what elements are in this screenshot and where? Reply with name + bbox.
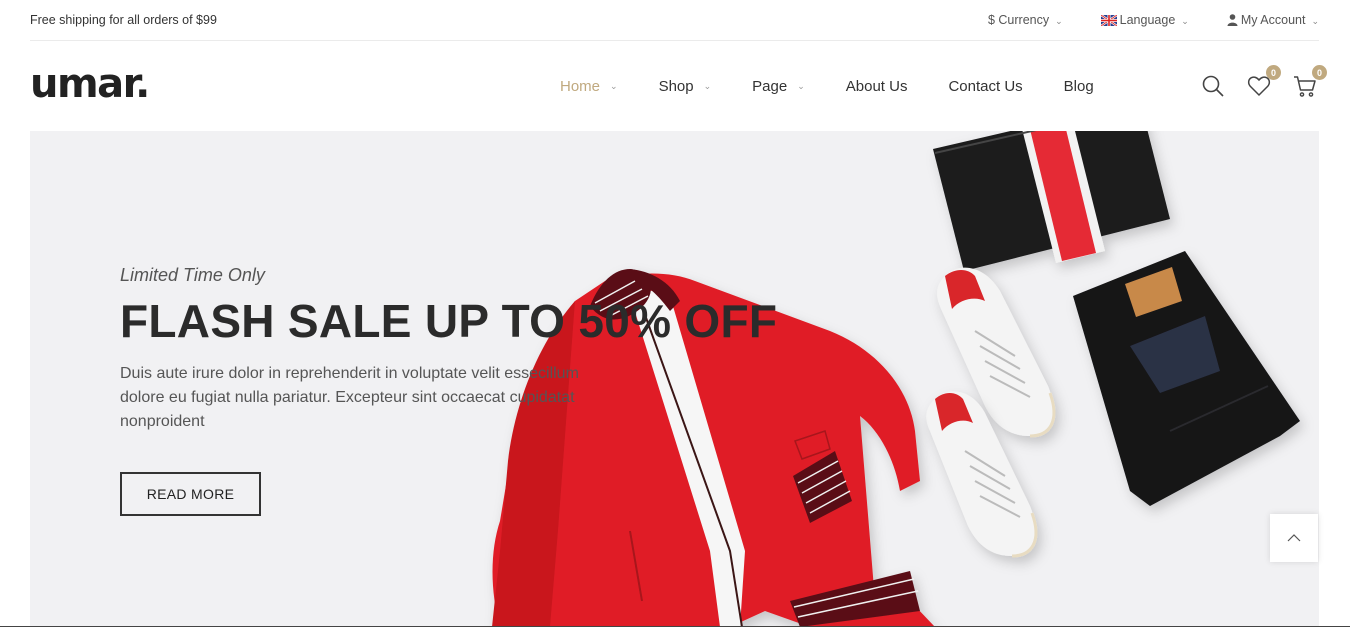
nav-item-page[interactable]: Page ⌄: [752, 78, 805, 95]
site-header: umar. Home ⌄ Shop ⌄ Page ⌄ About Us Cont…: [30, 41, 1327, 131]
top-bar-menu: $ Currency ⌄ Language ⌄ My Account ⌄: [950, 13, 1319, 27]
chevron-up-icon: [1287, 534, 1301, 542]
nav-label: Contact Us: [948, 77, 1023, 95]
hero-headline: FLASH SALE UP TO 50% OFF: [120, 295, 778, 347]
chevron-down-icon: ⌄: [1311, 15, 1319, 26]
cart-count-badge: 0: [1312, 65, 1327, 80]
language-label: Language: [1119, 13, 1176, 27]
nav-item-home[interactable]: Home ⌄: [560, 78, 618, 95]
hero-banner: Limited Time Only FLASH SALE UP TO 50% O…: [30, 131, 1319, 627]
nav-item-about-us[interactable]: About Us: [846, 78, 908, 95]
chevron-down-icon: ⌄: [610, 80, 618, 91]
nav-item-blog[interactable]: Blog: [1064, 78, 1094, 95]
user-icon: [1227, 14, 1238, 26]
currency-label: $ Currency: [987, 13, 1050, 27]
language-dropdown[interactable]: Language ⌄: [1100, 13, 1189, 27]
nav-item-contact-us[interactable]: Contact Us: [948, 78, 1022, 95]
chevron-down-icon: ⌄: [1055, 15, 1063, 26]
search-button[interactable]: [1201, 74, 1225, 98]
chevron-down-icon: ⌄: [703, 80, 712, 91]
hero-subtitle: Limited Time Only: [120, 265, 265, 285]
hero-content: Limited Time Only FLASH SALE UP TO 50% O…: [120, 265, 777, 516]
shipping-notice: Free shipping for all orders of $99: [30, 13, 217, 27]
main-nav: Home ⌄ Shop ⌄ Page ⌄ About Us Contact Us…: [560, 41, 1135, 131]
nav-label: Blog: [1063, 77, 1094, 95]
scroll-to-top-button[interactable]: [1270, 514, 1318, 562]
chevron-down-icon: ⌄: [1181, 15, 1189, 26]
hero-description: Duis aute irure dolor in reprehenderit i…: [120, 365, 579, 430]
account-label: My Account: [1240, 13, 1306, 27]
wishlist-button[interactable]: 0: [1247, 65, 1281, 98]
uk-flag-icon: [1100, 14, 1117, 26]
account-dropdown[interactable]: My Account ⌄: [1227, 13, 1319, 27]
logo[interactable]: umar.: [30, 61, 150, 107]
read-more-button[interactable]: READ MORE: [120, 472, 261, 516]
chevron-down-icon: ⌄: [797, 80, 805, 91]
cart-button[interactable]: 0: [1293, 65, 1327, 98]
top-bar: Free shipping for all orders of $99 $ Cu…: [30, 0, 1319, 41]
nav-label: About Us: [845, 77, 908, 95]
wishlist-count-badge: 0: [1266, 65, 1281, 80]
nav-label: Page: [752, 77, 788, 95]
currency-dropdown[interactable]: $ Currency ⌄: [988, 13, 1063, 27]
nav-label: Shop: [658, 77, 694, 95]
nav-label: Home: [560, 77, 601, 95]
search-icon: [1202, 75, 1224, 97]
nav-item-shop[interactable]: Shop ⌄: [659, 78, 712, 95]
header-icons: 0 0: [1179, 41, 1327, 131]
